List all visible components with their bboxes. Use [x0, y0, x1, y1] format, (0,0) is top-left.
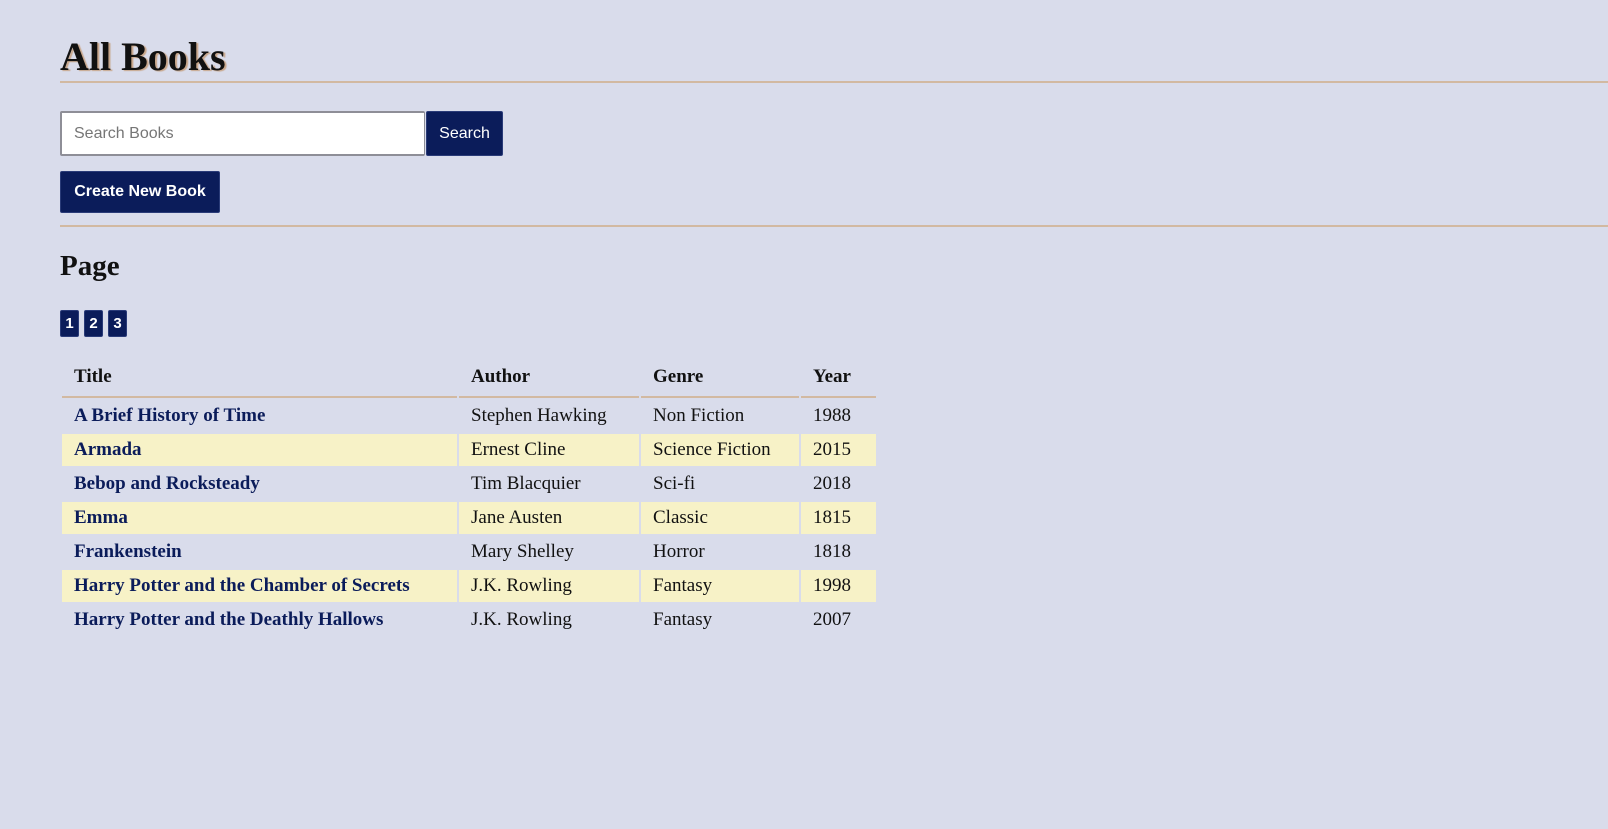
page-button-2[interactable]: 2	[84, 310, 103, 337]
cell-genre: Fantasy	[653, 609, 713, 630]
page-title: All Books	[60, 34, 226, 79]
cell-author: Stephen Hawking	[471, 405, 607, 426]
books-table: Title Author Genre Year A Brief History …	[60, 358, 878, 638]
cell-year: 1818	[813, 541, 851, 562]
cell-genre: Horror	[653, 541, 705, 562]
cell-year: 2007	[813, 609, 851, 630]
cell-genre: Classic	[641, 502, 799, 534]
cell-author: J.K. Rowling	[471, 609, 572, 630]
cell-author: Mary Shelley	[471, 541, 574, 562]
cell-title: Emma	[62, 502, 457, 534]
book-title-link[interactable]: Harry Potter and the Chamber of Secrets	[74, 575, 410, 596]
page-button-3[interactable]: 3	[108, 310, 127, 337]
section-divider	[60, 225, 1608, 227]
column-header-author: Author	[459, 360, 639, 398]
cell-title: Armada	[62, 434, 457, 466]
column-header-year: Year	[801, 360, 876, 398]
cell-title: Bebop and Rocksteady	[62, 468, 457, 500]
cell-year: 1988	[813, 405, 851, 426]
pagination: 1 2 3	[60, 310, 127, 337]
cell-genre: Non Fiction	[653, 405, 745, 426]
cell-year: 1815	[801, 502, 876, 534]
search-input[interactable]	[60, 111, 425, 156]
cell-year: 2015	[801, 434, 876, 466]
search-form: Search	[60, 111, 503, 156]
cell-author: Ernest Cline	[459, 434, 639, 466]
column-header-genre: Genre	[641, 360, 799, 398]
cell-title: Frankenstein	[62, 536, 457, 568]
cell-author: Jane Austen	[459, 502, 639, 534]
book-title-link[interactable]: Harry Potter and the Deathly Hallows	[74, 609, 383, 630]
table-header-row: Title Author Genre Year	[62, 360, 876, 398]
cell-year: 1998	[801, 570, 876, 602]
cell-title: Harry Potter and the Chamber of Secrets	[62, 570, 457, 602]
cell-genre: Fantasy	[641, 570, 799, 602]
table-row: Harry Potter and the Chamber of Secrets …	[62, 570, 876, 602]
cell-author: Tim Blacquier	[471, 473, 581, 494]
book-title-link[interactable]: Bebop and Rocksteady	[74, 473, 260, 494]
book-title-link[interactable]: Frankenstein	[74, 541, 182, 562]
search-button[interactable]: Search	[426, 111, 503, 156]
page: All Books Search Create New Book Page 1 …	[0, 0, 1608, 829]
table-row: Harry Potter and the Deathly Hallows J.K…	[62, 604, 876, 636]
table-row: Armada Ernest Cline Science Fiction 2015	[62, 434, 876, 466]
cell-genre: Science Fiction	[641, 434, 799, 466]
book-title-link[interactable]: Armada	[74, 439, 142, 460]
table-row: Emma Jane Austen Classic 1815	[62, 502, 876, 534]
book-title-link[interactable]: Emma	[74, 507, 128, 528]
pagination-heading: Page	[60, 250, 120, 282]
cell-author: J.K. Rowling	[459, 570, 639, 602]
title-divider	[60, 81, 1608, 83]
table-row: A Brief History of Time Stephen Hawking …	[62, 400, 876, 432]
cell-title: A Brief History of Time	[62, 400, 457, 432]
create-new-book-button[interactable]: Create New Book	[60, 171, 220, 213]
table-row: Bebop and Rocksteady Tim Blacquier Sci-f…	[62, 468, 876, 500]
table-row: Frankenstein Mary Shelley Horror 1818	[62, 536, 876, 568]
book-title-link[interactable]: A Brief History of Time	[74, 405, 265, 426]
cell-year: 2018	[813, 473, 851, 494]
column-header-title: Title	[62, 360, 457, 398]
page-button-1[interactable]: 1	[60, 310, 79, 337]
cell-title: Harry Potter and the Deathly Hallows	[62, 604, 457, 636]
cell-genre: Sci-fi	[653, 473, 696, 494]
